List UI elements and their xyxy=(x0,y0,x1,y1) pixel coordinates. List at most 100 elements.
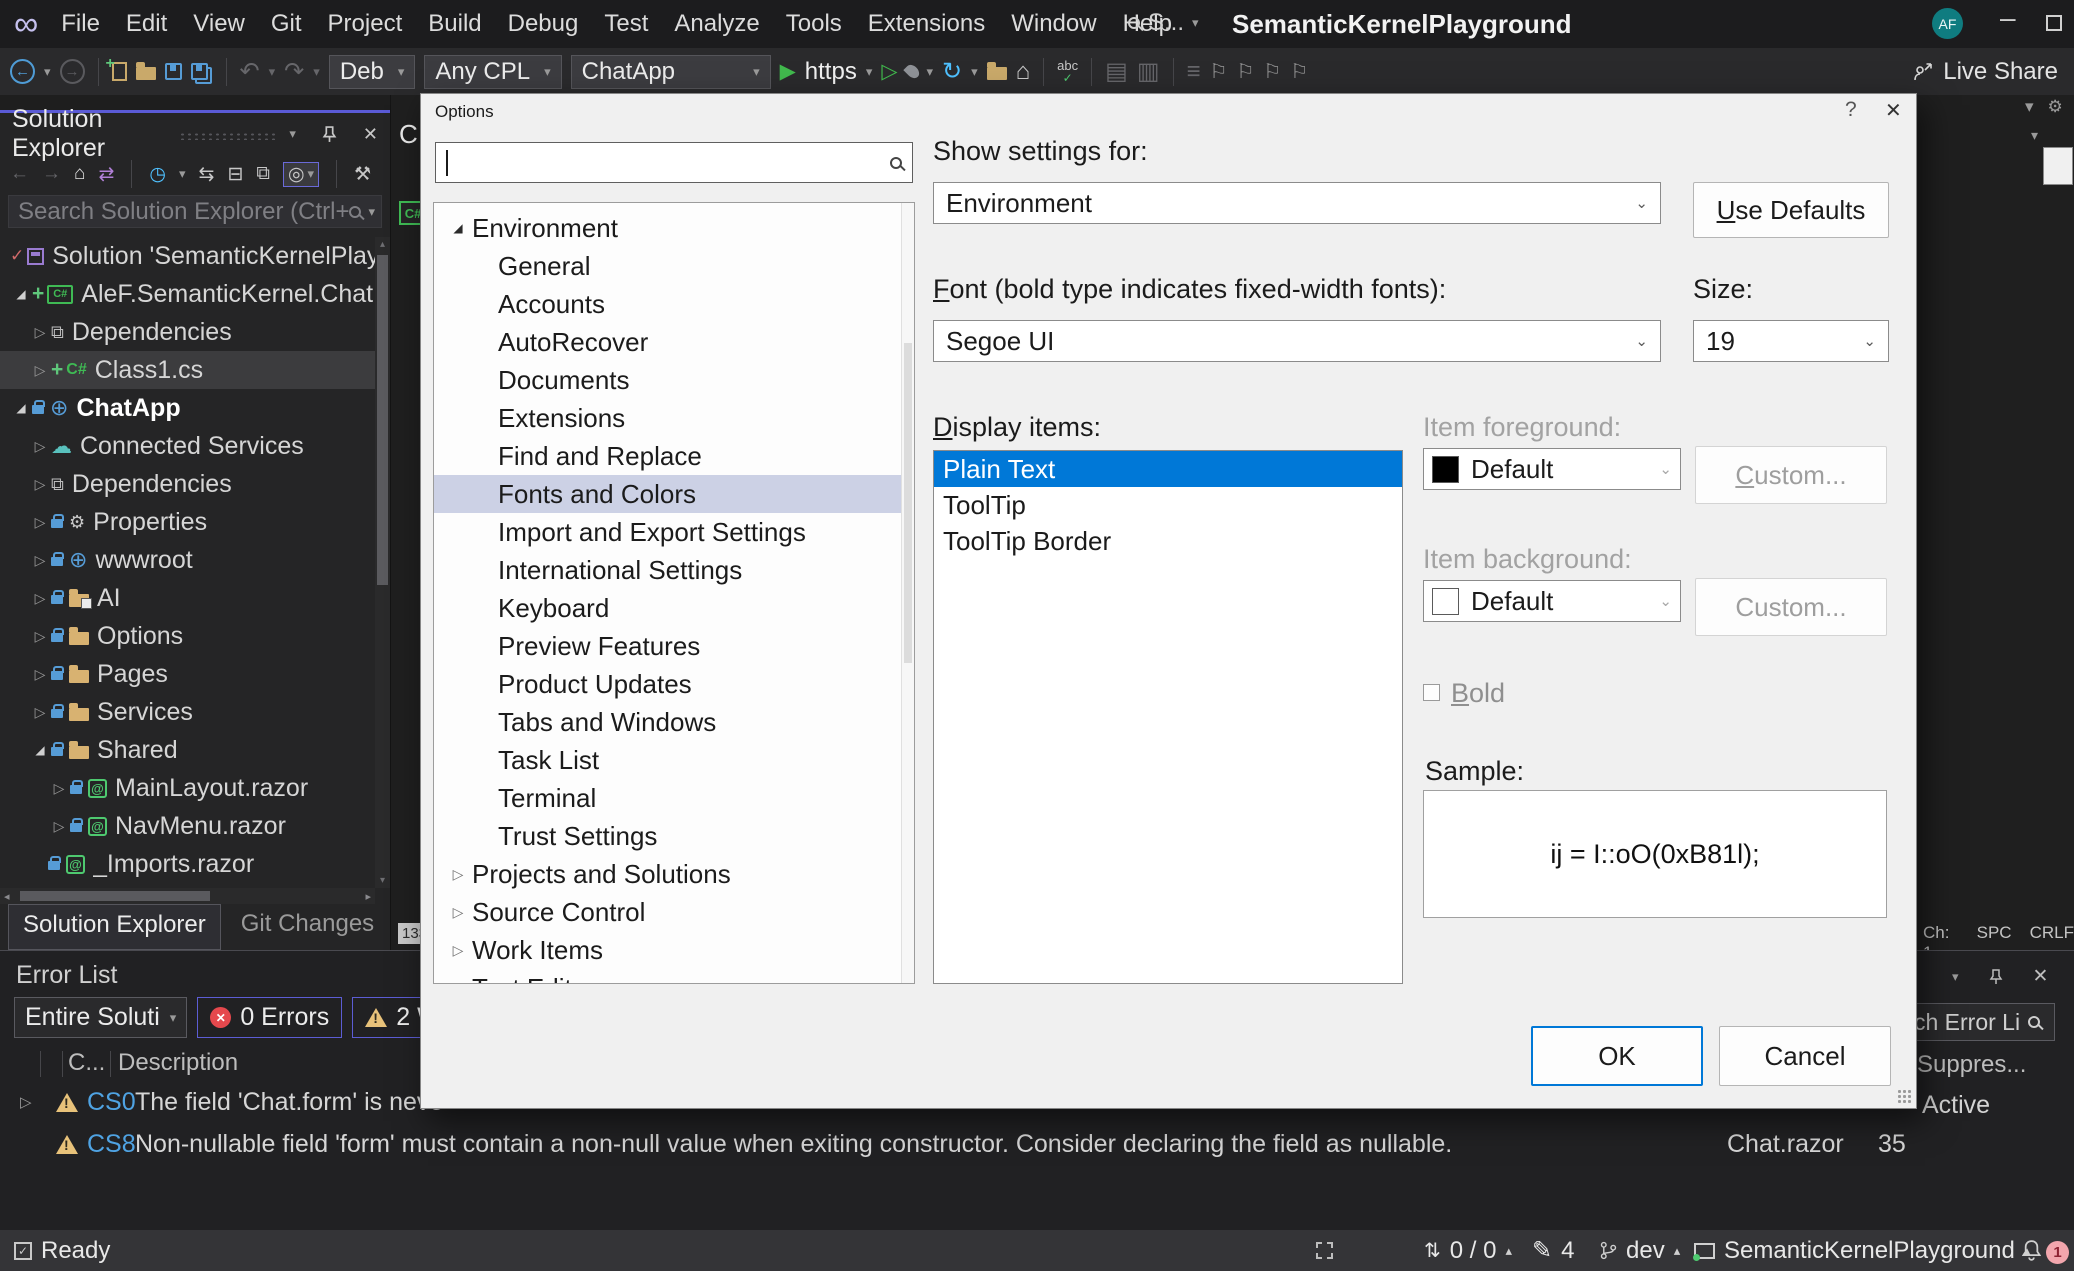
options-category-autorecover[interactable]: AutoRecover xyxy=(434,323,914,361)
scrollbar-thumb[interactable] xyxy=(904,343,912,663)
tree-item-imports-razor[interactable]: @ _Imports.razor xyxy=(0,845,375,883)
start-debugging-icon[interactable]: ▶ xyxy=(780,59,796,84)
navigate-forward-icon[interactable]: → xyxy=(59,59,85,84)
menu-edit[interactable]: Edit xyxy=(113,10,180,38)
gear-icon[interactable]: ⚙ xyxy=(2048,97,2063,117)
panel-tab-solution-explorer[interactable]: Solution Explorer xyxy=(8,904,221,950)
expanded-arrow-icon[interactable]: ◢ xyxy=(444,221,472,235)
collapsed-arrow-icon[interactable]: ▷ xyxy=(444,904,472,921)
options-category-accounts[interactable]: Accounts xyxy=(434,285,914,323)
maximize-button[interactable] xyxy=(2046,15,2062,31)
item-foreground-dropdown[interactable]: Default ⌄ xyxy=(1423,448,1681,490)
show-settings-dropdown[interactable]: Environment ⌄ xyxy=(933,182,1661,224)
cancel-button[interactable]: Cancel xyxy=(1719,1026,1891,1086)
comment-icon[interactable]: ▤ xyxy=(1105,57,1128,86)
column-description[interactable]: Description xyxy=(118,1049,238,1077)
tree-item-navmenu-razor[interactable]: ▷ @ NavMenu.razor xyxy=(0,807,375,845)
collapsed-arrow-icon[interactable]: ▷ xyxy=(29,552,51,569)
close-button[interactable]: ✕ xyxy=(1885,98,1902,123)
run-target-label[interactable]: https xyxy=(805,58,857,86)
chevron-down-icon[interactable]: ▾ xyxy=(313,64,320,80)
menu-tools[interactable]: Tools xyxy=(773,10,855,38)
tree-item-connected-services[interactable]: ▷ ☁ Connected Services xyxy=(0,427,375,465)
notifications-button[interactable] xyxy=(2022,1230,2041,1271)
menu-file[interactable]: File xyxy=(48,10,113,38)
collapsed-arrow-icon[interactable]: ▷ xyxy=(29,476,51,493)
options-category-preview-features[interactable]: Preview Features xyxy=(434,627,914,665)
menu-debug[interactable]: Debug xyxy=(495,10,592,38)
options-category-documents[interactable]: Documents xyxy=(434,361,914,399)
help-button[interactable]: ? xyxy=(1845,98,1857,122)
scroll-down-icon[interactable]: ▾ xyxy=(375,875,390,886)
spell-check-icon[interactable]: abc ✓ xyxy=(1057,59,1078,84)
item-background-dropdown[interactable]: Default ⌄ xyxy=(1423,580,1681,622)
home-icon[interactable]: ⌂ xyxy=(74,163,85,185)
sync-with-active-document-toggle[interactable]: ◎ ▾ xyxy=(282,161,320,187)
save-icon[interactable] xyxy=(164,63,182,80)
tree-item-alef-semantickernel-chatbot[interactable]: ◢+C# AleF.SemanticKernel.ChatBot xyxy=(0,275,375,313)
window-position-icon[interactable]: ▾ xyxy=(1952,969,1959,985)
collapsed-arrow-icon[interactable]: ▷ xyxy=(29,628,51,645)
previous-bookmark-icon[interactable]: ⚐ xyxy=(1236,59,1254,84)
options-category-fonts-and-colors[interactable]: Fonts and Colors xyxy=(434,475,914,513)
chevron-down-icon[interactable]: ▾ xyxy=(866,64,873,80)
collapsed-arrow-icon[interactable]: ▷ xyxy=(29,324,51,341)
options-category-find-and-replace[interactable]: Find and Replace xyxy=(434,437,914,475)
chevron-down-icon[interactable]: ▾ xyxy=(179,166,186,182)
properties-icon[interactable]: ⚒ xyxy=(354,163,371,186)
uncomment-icon[interactable]: ▥ xyxy=(1137,57,1160,86)
options-category-projects-and-solutions[interactable]: ▷ Projects and Solutions xyxy=(434,855,914,893)
next-bookmark-icon[interactable]: ⚐ xyxy=(1263,59,1281,84)
options-category-trust-settings[interactable]: Trust Settings xyxy=(434,817,914,855)
chevron-down-icon[interactable]: ▾ xyxy=(368,204,375,220)
switch-views-icon[interactable]: ⇄ xyxy=(98,163,114,186)
drag-grip[interactable] xyxy=(178,132,276,140)
options-category-task-list[interactable]: Task List xyxy=(434,741,914,779)
menu-build[interactable]: Build xyxy=(415,10,494,38)
collapsed-arrow-icon[interactable]: ▷ xyxy=(29,666,51,683)
hot-reload-icon[interactable] xyxy=(902,62,922,81)
editor-tab-fragment[interactable]: C xyxy=(399,119,418,150)
options-category-product-updates[interactable]: Product Updates xyxy=(434,665,914,703)
ok-button[interactable]: OK xyxy=(1531,1026,1703,1086)
options-category-international-settings[interactable]: International Settings xyxy=(434,551,914,589)
collapsed-arrow-icon[interactable]: ▷ xyxy=(444,942,472,959)
tree-item-ai[interactable]: ▷ AI xyxy=(0,579,375,617)
custom-foreground-button[interactable]: Custom... xyxy=(1695,446,1887,504)
collapsed-arrow-icon[interactable]: ▷ xyxy=(29,704,51,721)
tree-item-wwwroot[interactable]: ▷ ⊕ wwwroot xyxy=(0,541,375,579)
pending-edits[interactable]: ✎ 4 xyxy=(1532,1230,1574,1271)
close-icon[interactable]: ✕ xyxy=(2033,965,2049,988)
tree-item-dependencies[interactable]: ▷ ⧉ Dependencies xyxy=(0,313,375,351)
window-layout-icon[interactable]: ⌂ xyxy=(1016,58,1031,86)
options-category-tabs-and-windows[interactable]: Tabs and Windows xyxy=(434,703,914,741)
notification-badge[interactable]: 1 xyxy=(2046,1241,2069,1264)
auto-save-icon[interactable] xyxy=(1316,1242,1333,1259)
collapsed-arrow-icon[interactable]: ▷ xyxy=(29,362,51,379)
tree-item-chatapp[interactable]: ◢ ⊕ ChatApp xyxy=(0,389,375,427)
collapsed-arrow-icon[interactable]: ▷ xyxy=(444,980,472,984)
tree-item-pages[interactable]: ▷ Pages xyxy=(0,655,375,693)
new-file-icon[interactable] xyxy=(106,55,127,81)
display-item-tooltip[interactable]: ToolTip xyxy=(934,487,1402,523)
custom-background-button[interactable]: Custom... xyxy=(1695,578,1887,636)
scrollbar-thumb[interactable] xyxy=(377,255,388,585)
quick-search[interactable]: S... ▾ xyxy=(1128,9,1199,37)
options-category-environment[interactable]: ◢ Environment xyxy=(434,209,914,247)
font-dropdown[interactable]: Segoe UI ⌄ xyxy=(933,320,1661,362)
branch-picker[interactable]: dev ▴ xyxy=(1600,1230,1680,1271)
error-code[interactable]: CS86 xyxy=(87,1130,135,1159)
indent-icon[interactable]: ≡ xyxy=(1187,58,1201,86)
display-item-tooltip-border[interactable]: ToolTip Border xyxy=(934,523,1402,559)
collapsed-arrow-icon[interactable]: ▷ xyxy=(48,780,70,797)
chevron-down-icon[interactable]: ▾ xyxy=(44,64,51,80)
configuration-dropdown[interactable]: Deb ▾ xyxy=(328,54,416,89)
forward-icon[interactable]: → xyxy=(42,163,61,185)
pin-icon[interactable] xyxy=(322,125,337,143)
back-icon[interactable]: ← xyxy=(10,163,29,185)
menu-analyze[interactable]: Analyze xyxy=(661,10,772,38)
options-category-terminal[interactable]: Terminal xyxy=(434,779,914,817)
scroll-right-icon[interactable]: ▸ xyxy=(365,890,371,903)
open-file-icon[interactable] xyxy=(135,62,156,80)
repository-picker[interactable]: SemanticKernelPlayground ▴ xyxy=(1693,1230,2030,1271)
